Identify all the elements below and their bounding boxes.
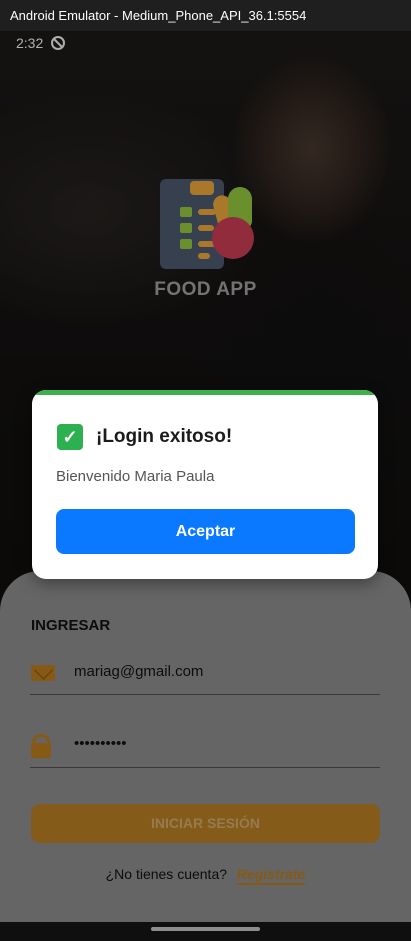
check-mark-icon: ✓ (57, 424, 83, 450)
window-title: Android Emulator - Medium_Phone_API_36.1… (10, 8, 307, 23)
dialog-title: ¡Login exitoso! (96, 426, 233, 447)
emulator-title-bar: Android Emulator - Medium_Phone_API_36.1… (0, 0, 411, 31)
login-success-dialog: ✓ ¡Login exitoso! Bienvenido Maria Paula… (32, 390, 378, 579)
dialog-message: Bienvenido Maria Paula (56, 468, 215, 485)
dialog-accent-bar (32, 390, 378, 395)
phone-screen: 2:32 FOOD APP INGRESAR mariag@gmail.com … (0, 31, 411, 941)
accept-button[interactable]: Aceptar (56, 509, 355, 554)
